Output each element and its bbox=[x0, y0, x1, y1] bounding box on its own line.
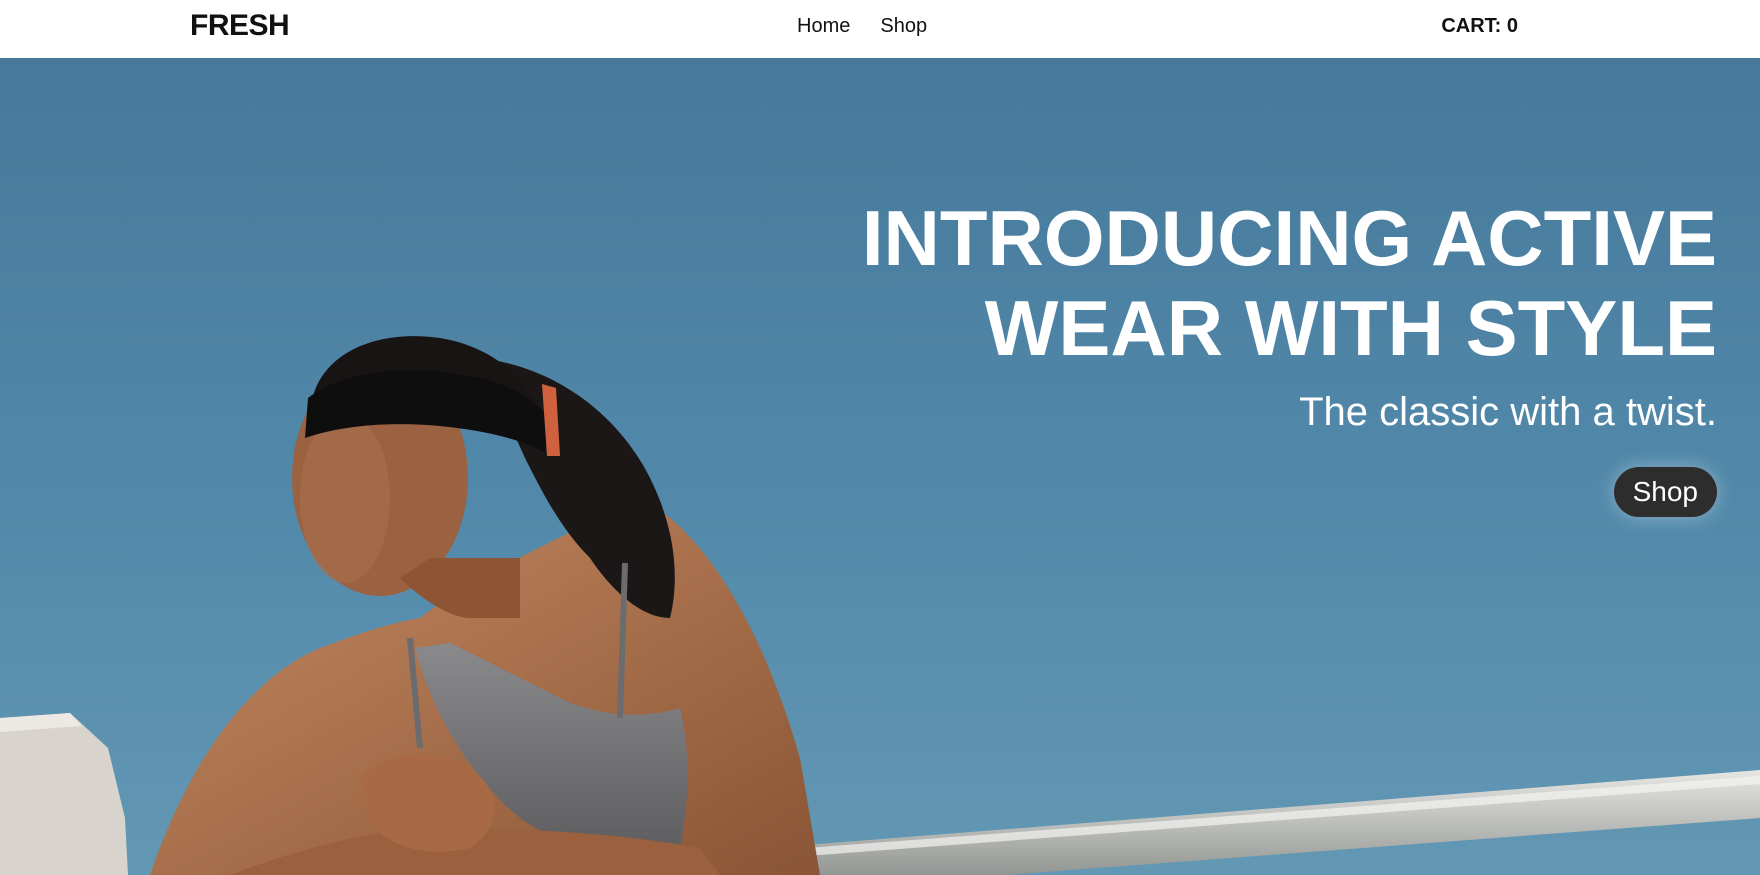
main-nav: Home Shop bbox=[797, 15, 927, 38]
brand-logo[interactable]: FRESH bbox=[190, 9, 290, 43]
hero-shop-button[interactable]: Shop bbox=[1613, 467, 1717, 517]
hero-subtitle: The classic with a twist. bbox=[1299, 390, 1717, 434]
nav-link-shop[interactable]: Shop bbox=[880, 15, 927, 38]
hero-copy: INTRODUCING ACTIVE WEAR WITH STYLE The c… bbox=[817, 193, 1717, 517]
site-header: FRESH Home Shop CART: 0 bbox=[0, 0, 1760, 58]
hero-title: INTRODUCING ACTIVE WEAR WITH STYLE bbox=[861, 194, 1717, 372]
cart-link[interactable]: CART: 0 bbox=[1441, 15, 1518, 38]
nav-link-home[interactable]: Home bbox=[797, 15, 850, 38]
hero-banner: INTRODUCING ACTIVE WEAR WITH STYLE The c… bbox=[0, 58, 1760, 875]
